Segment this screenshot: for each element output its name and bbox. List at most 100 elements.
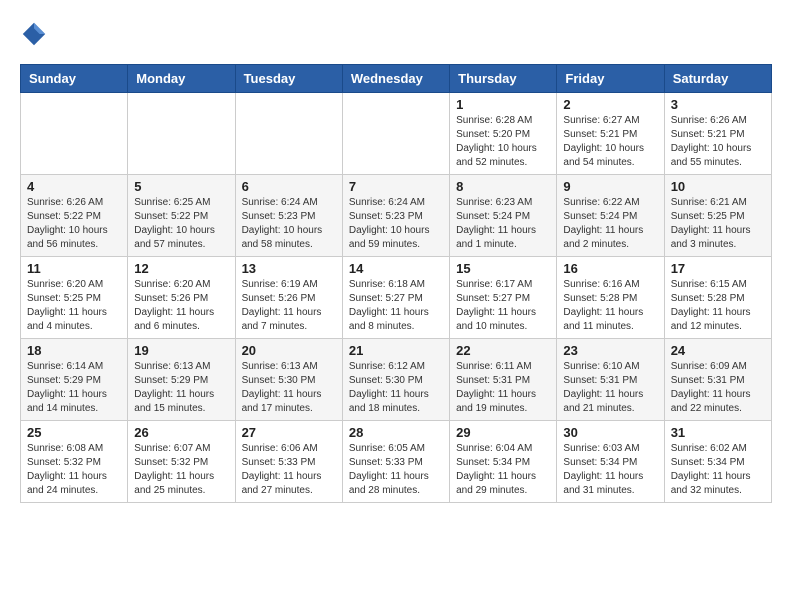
day-number: 28 [349,425,443,440]
day-info: Sunrise: 6:25 AM Sunset: 5:22 PM Dayligh… [134,196,228,252]
day-info: Sunrise: 6:08 AM Sunset: 5:32 PM Dayligh… [27,442,121,498]
calendar-cell: 9Sunrise: 6:22 AM Sunset: 5:24 PM Daylig… [557,175,664,257]
calendar-cell: 3 Sunrise: 6:26 AM Sunset: 5:21 PM Daylig… [664,93,771,175]
day-header-friday: Friday [557,65,664,93]
calendar-cell: 27 Sunrise: 6:06 AM Sunset: 5:33 PM Dayli… [235,421,342,503]
day-info: Sunrise: 6:18 AM Sunset: 5:27 PM Dayligh… [349,278,443,334]
calendar-cell: 19 Sunrise: 6:13 AM Sunset: 5:29 PM Dayli… [128,339,235,421]
calendar-cell [128,93,235,175]
day-number: 21 [349,343,443,358]
day-number: 12 [134,261,228,276]
day-info: Sunrise: 6:17 AM Sunset: 5:27 PM Dayligh… [456,278,550,334]
calendar-cell: 13 Sunrise: 6:19 AM Sunset: 5:26 PM Dayli… [235,257,342,339]
day-number: 15 [456,261,550,276]
page-header [20,20,772,48]
day-number: 31 [671,425,765,440]
calendar-cell: 11 Sunrise: 6:20 AM Sunset: 5:25 PM Dayli… [21,257,128,339]
day-number: 29 [456,425,550,440]
day-info: Sunrise: 6:04 AM Sunset: 5:34 PM Dayligh… [456,442,550,498]
day-info: Sunrise: 6:20 AM Sunset: 5:26 PM Dayligh… [134,278,228,334]
calendar-cell: 30Sunrise: 6:03 AM Sunset: 5:34 PM Dayli… [557,421,664,503]
day-number: 7 [349,179,443,194]
day-header-wednesday: Wednesday [342,65,449,93]
day-number: 10 [671,179,765,194]
calendar-cell: 18 Sunrise: 6:14 AM Sunset: 5:29 PM Dayli… [21,339,128,421]
day-number: 3 [671,97,765,112]
day-info: Sunrise: 6:24 AM Sunset: 5:23 PM Dayligh… [242,196,336,252]
calendar-week-1: 1 Sunrise: 6:28 AM Sunset: 5:20 PM Daylig… [21,93,772,175]
day-number: 26 [134,425,228,440]
calendar-cell: 1 Sunrise: 6:28 AM Sunset: 5:20 PM Daylig… [450,93,557,175]
calendar-cell: 21 Sunrise: 6:12 AM Sunset: 5:30 PM Dayli… [342,339,449,421]
day-number: 2 [563,97,657,112]
day-info: Sunrise: 6:12 AM Sunset: 5:30 PM Dayligh… [349,360,443,416]
calendar-cell: 16Sunrise: 6:16 AM Sunset: 5:28 PM Dayli… [557,257,664,339]
calendar-cell: 26 Sunrise: 6:07 AM Sunset: 5:32 PM Dayli… [128,421,235,503]
day-info: Sunrise: 6:19 AM Sunset: 5:26 PM Dayligh… [242,278,336,334]
calendar-header-row: SundayMondayTuesdayWednesdayThursdayFrid… [21,65,772,93]
calendar-cell [21,93,128,175]
day-number: 23 [563,343,657,358]
calendar-cell: 4 Sunrise: 6:26 AM Sunset: 5:22 PM Daylig… [21,175,128,257]
calendar-cell: 2 Sunrise: 6:27 AM Sunset: 5:21 PM Daylig… [557,93,664,175]
day-info: Sunrise: 6:14 AM Sunset: 5:29 PM Dayligh… [27,360,121,416]
calendar-cell: 23 Sunrise: 6:10 AM Sunset: 5:31 PM Dayli… [557,339,664,421]
logo-icon [20,20,48,48]
day-number: 25 [27,425,121,440]
day-header-thursday: Thursday [450,65,557,93]
day-number: 22 [456,343,550,358]
calendar-cell [342,93,449,175]
calendar-cell: 25 Sunrise: 6:08 AM Sunset: 5:32 PM Dayli… [21,421,128,503]
day-info: Sunrise: 6:10 AM Sunset: 5:31 PM Dayligh… [563,360,657,416]
day-info: Sunrise: 6:28 AM Sunset: 5:20 PM Dayligh… [456,114,550,170]
calendar-cell: 17Sunrise: 6:15 AM Sunset: 5:28 PM Dayli… [664,257,771,339]
day-header-sunday: Sunday [21,65,128,93]
day-info: Sunrise: 6:13 AM Sunset: 5:30 PM Dayligh… [242,360,336,416]
calendar-cell: 31Sunrise: 6:02 AM Sunset: 5:34 PM Dayli… [664,421,771,503]
calendar-cell: 29 Sunrise: 6:04 AM Sunset: 5:34 PM Dayli… [450,421,557,503]
day-number: 4 [27,179,121,194]
day-info: Sunrise: 6:20 AM Sunset: 5:25 PM Dayligh… [27,278,121,334]
day-info: Sunrise: 6:24 AM Sunset: 5:23 PM Dayligh… [349,196,443,252]
day-number: 6 [242,179,336,194]
day-number: 27 [242,425,336,440]
day-info: Sunrise: 6:26 AM Sunset: 5:21 PM Dayligh… [671,114,765,170]
calendar-table: SundayMondayTuesdayWednesdayThursdayFrid… [20,64,772,503]
day-info: Sunrise: 6:26 AM Sunset: 5:22 PM Dayligh… [27,196,121,252]
calendar-cell: 14 Sunrise: 6:18 AM Sunset: 5:27 PM Dayli… [342,257,449,339]
day-number: 20 [242,343,336,358]
day-number: 11 [27,261,121,276]
day-info: Sunrise: 6:06 AM Sunset: 5:33 PM Dayligh… [242,442,336,498]
day-number: 1 [456,97,550,112]
day-number: 19 [134,343,228,358]
calendar-cell: 20 Sunrise: 6:13 AM Sunset: 5:30 PM Dayli… [235,339,342,421]
calendar-week-2: 4 Sunrise: 6:26 AM Sunset: 5:22 PM Daylig… [21,175,772,257]
day-info: Sunrise: 6:11 AM Sunset: 5:31 PM Dayligh… [456,360,550,416]
day-info: Sunrise: 6:27 AM Sunset: 5:21 PM Dayligh… [563,114,657,170]
calendar-cell: 5 Sunrise: 6:25 AM Sunset: 5:22 PM Daylig… [128,175,235,257]
calendar-cell: 15 Sunrise: 6:17 AM Sunset: 5:27 PM Dayli… [450,257,557,339]
calendar-cell: 24Sunrise: 6:09 AM Sunset: 5:31 PM Dayli… [664,339,771,421]
calendar-cell: 7 Sunrise: 6:24 AM Sunset: 5:23 PM Daylig… [342,175,449,257]
day-number: 14 [349,261,443,276]
day-number: 30 [563,425,657,440]
day-info: Sunrise: 6:13 AM Sunset: 5:29 PM Dayligh… [134,360,228,416]
day-info: Sunrise: 6:16 AM Sunset: 5:28 PM Dayligh… [563,278,657,334]
day-header-saturday: Saturday [664,65,771,93]
day-header-tuesday: Tuesday [235,65,342,93]
calendar-cell: 10Sunrise: 6:21 AM Sunset: 5:25 PM Dayli… [664,175,771,257]
day-number: 13 [242,261,336,276]
calendar-cell: 8 Sunrise: 6:23 AM Sunset: 5:24 PM Daylig… [450,175,557,257]
day-number: 18 [27,343,121,358]
day-number: 24 [671,343,765,358]
day-info: Sunrise: 6:23 AM Sunset: 5:24 PM Dayligh… [456,196,550,252]
calendar-cell: 28 Sunrise: 6:05 AM Sunset: 5:33 PM Dayli… [342,421,449,503]
day-info: Sunrise: 6:07 AM Sunset: 5:32 PM Dayligh… [134,442,228,498]
day-info: Sunrise: 6:05 AM Sunset: 5:33 PM Dayligh… [349,442,443,498]
day-number: 17 [671,261,765,276]
day-number: 5 [134,179,228,194]
calendar-cell [235,93,342,175]
calendar-cell: 12 Sunrise: 6:20 AM Sunset: 5:26 PM Dayli… [128,257,235,339]
day-number: 9 [563,179,657,194]
day-number: 8 [456,179,550,194]
